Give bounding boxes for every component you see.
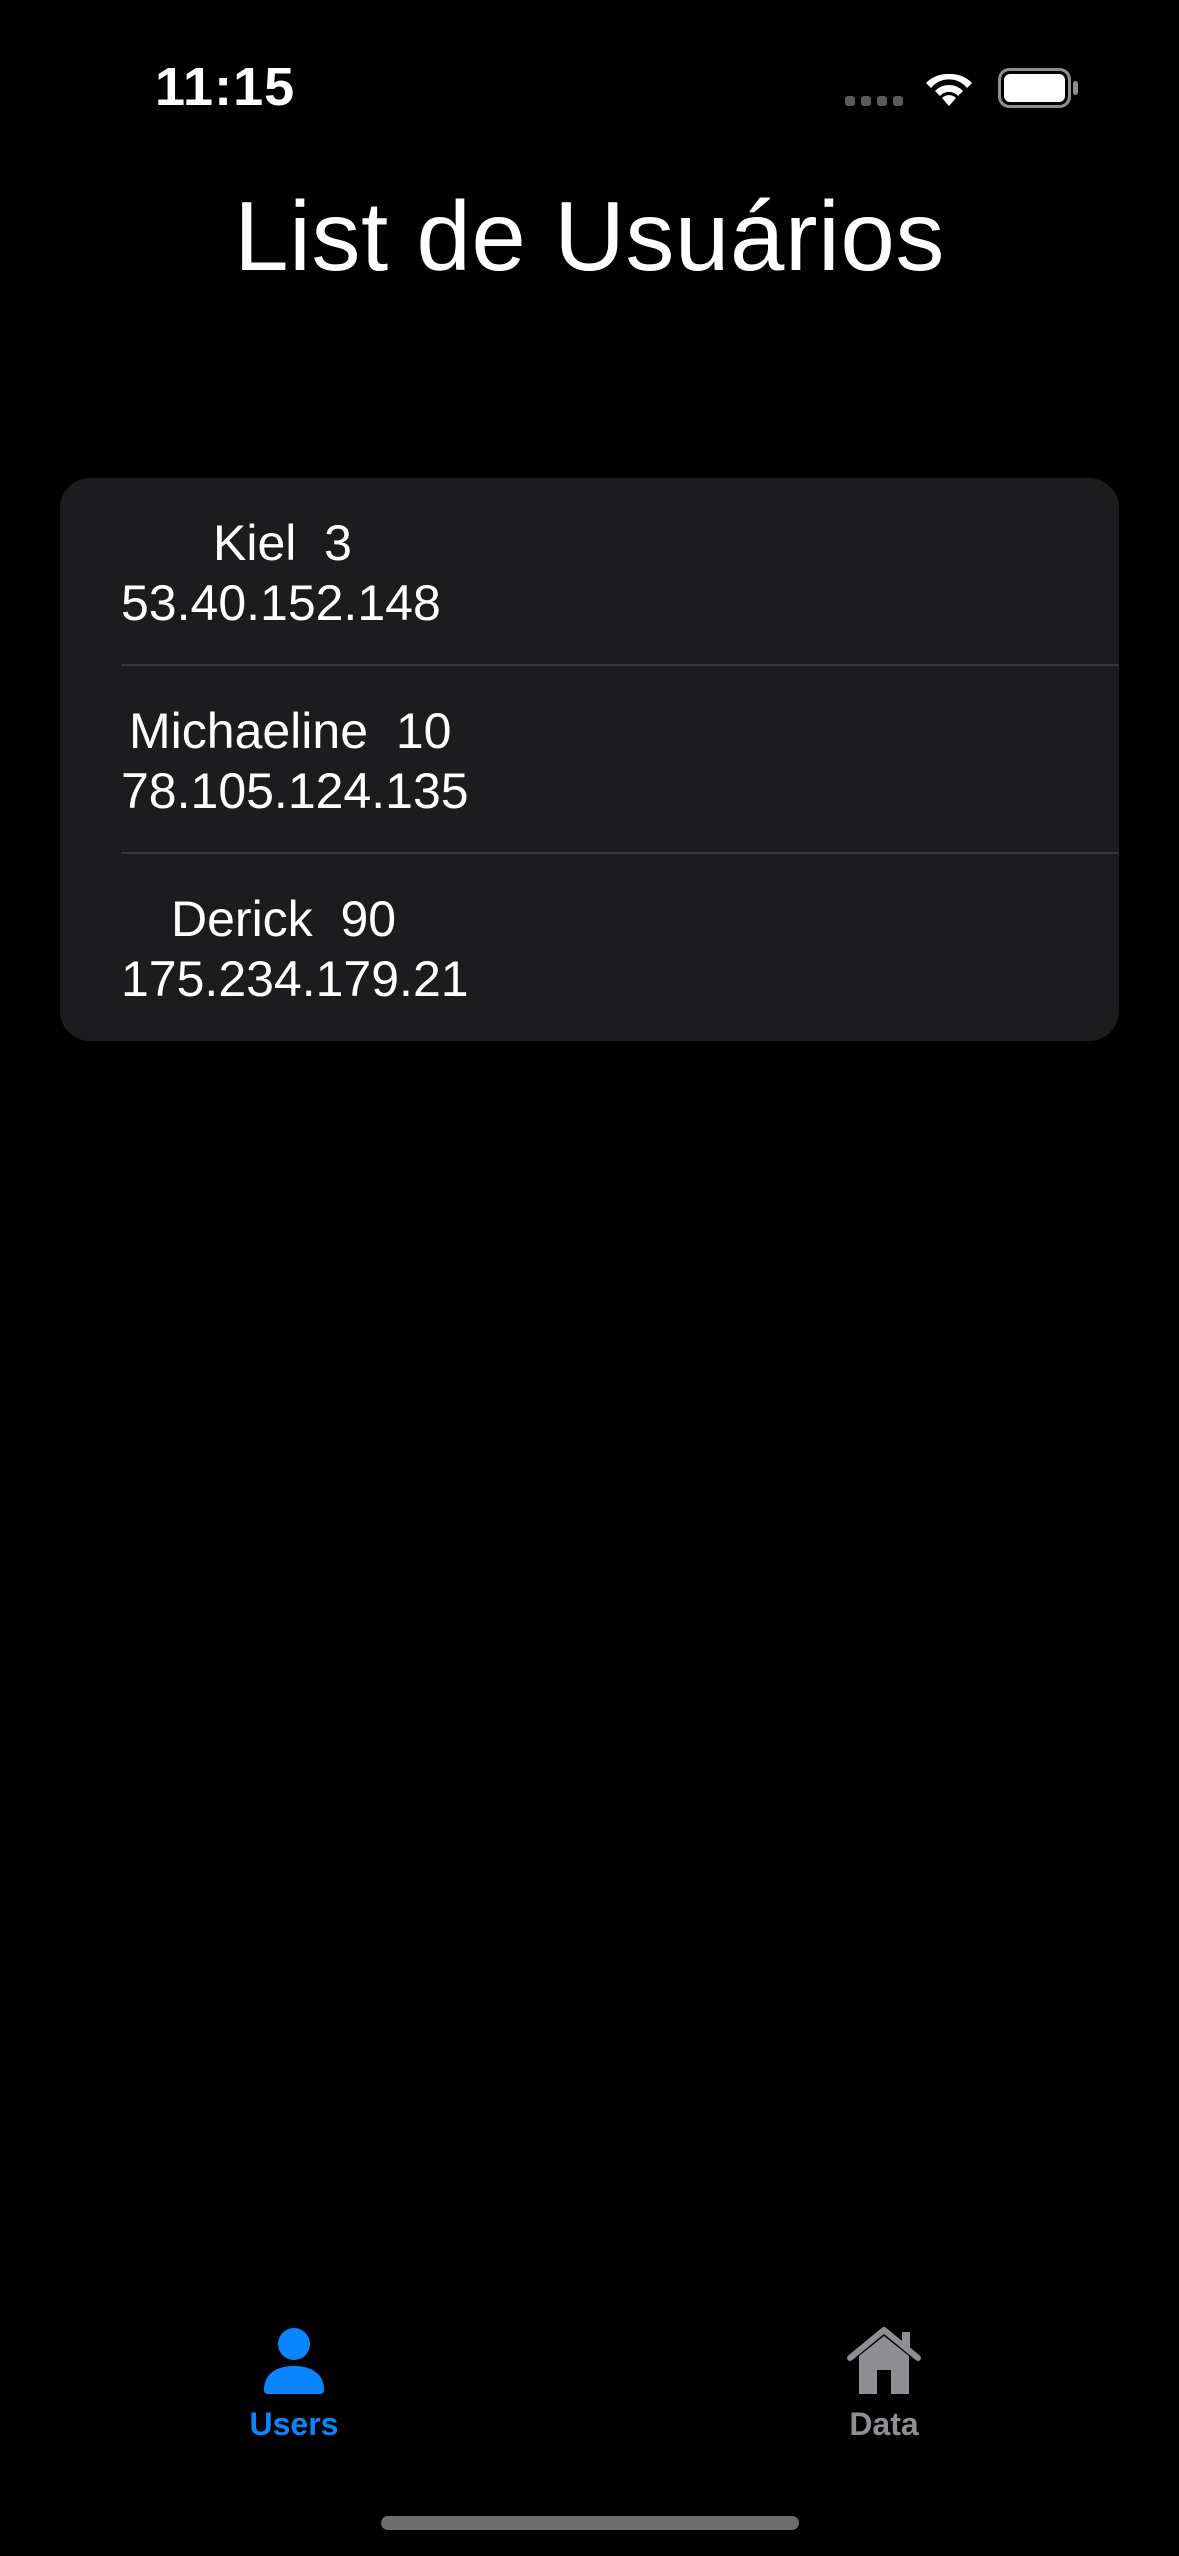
user-name: Kiel bbox=[213, 515, 297, 571]
user-ip: 53.40.152.148 bbox=[121, 575, 441, 631]
user-row[interactable]: Derick 90 175.234.179.21 bbox=[60, 854, 1119, 1041]
user-row[interactable]: Kiel 3 53.40.152.148 bbox=[60, 478, 1119, 666]
person-icon bbox=[264, 2328, 324, 2394]
user-list: Kiel 3 53.40.152.148 Michaeline 10 78.10… bbox=[60, 478, 1119, 1041]
user-number: 3 bbox=[324, 515, 352, 571]
status-bar: 11:15 bbox=[0, 0, 1179, 170]
user-name-line: Michaeline 10 bbox=[129, 702, 451, 760]
status-time: 11:15 bbox=[155, 57, 296, 117]
battery-icon bbox=[998, 68, 1078, 108]
wifi-icon bbox=[926, 73, 972, 106]
user-name: Derick bbox=[171, 891, 313, 947]
user-ip: 175.234.179.21 bbox=[121, 951, 469, 1007]
user-ip: 78.105.124.135 bbox=[121, 763, 469, 819]
tab-bar: Users Data bbox=[0, 2300, 1179, 2460]
user-name: Michaeline bbox=[129, 703, 369, 759]
tab-data-label: Data bbox=[849, 2406, 919, 2442]
tab-users-label: Users bbox=[249, 2406, 339, 2442]
user-number: 10 bbox=[395, 703, 452, 759]
house-icon bbox=[847, 2327, 921, 2394]
home-indicator[interactable] bbox=[381, 2516, 799, 2530]
tab-data[interactable]: Data bbox=[784, 2300, 984, 2460]
user-number: 90 bbox=[340, 891, 397, 947]
tab-users[interactable]: Users bbox=[194, 2300, 394, 2460]
user-name-line: Kiel 3 bbox=[213, 514, 352, 572]
page-title: List de Usuários bbox=[234, 181, 945, 291]
cellular-signal-icon bbox=[845, 96, 903, 106]
user-name-line: Derick 90 bbox=[171, 890, 396, 948]
user-row[interactable]: Michaeline 10 78.105.124.135 bbox=[60, 666, 1119, 854]
